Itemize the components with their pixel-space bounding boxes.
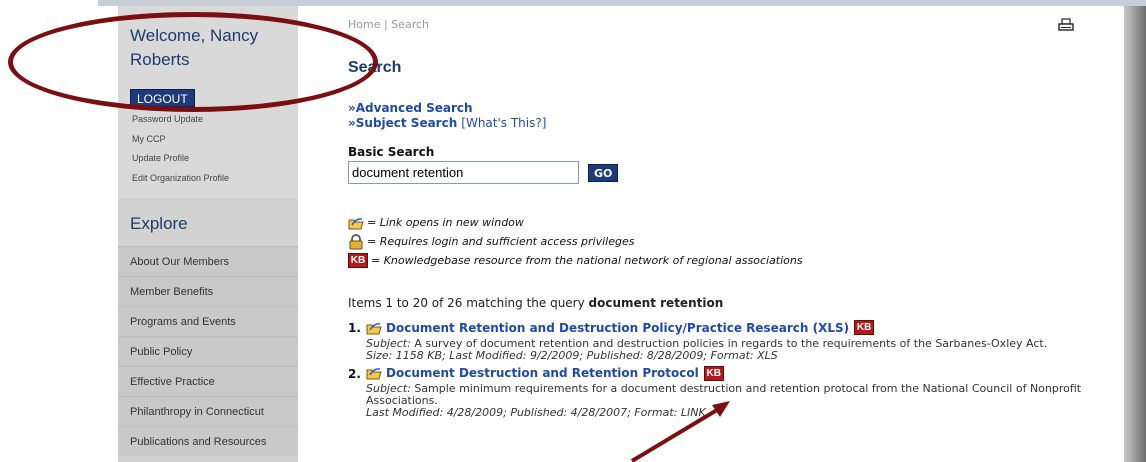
go-button[interactable]: GO (588, 164, 619, 182)
search-type-links: »Advanced Search »Subject Search [What's … (348, 101, 546, 131)
legend-new-window-text: = Link opens in new window (367, 216, 524, 229)
search-input[interactable] (348, 161, 579, 184)
advanced-search-link[interactable]: »Advanced Search (348, 101, 473, 115)
kb-icon: KB (348, 253, 368, 268)
subject-text: A survey of document retention and destr… (414, 336, 1048, 350)
result-title-text: Document Destruction and Retention Proto… (386, 366, 699, 380)
results-summary-prefix: Items 1 to 20 of 26 matching the query (348, 296, 585, 310)
edit-organization-profile-link[interactable]: Edit Organization Profile (132, 169, 229, 189)
result-title-text: Document Retention and Destruction Polic… (386, 320, 850, 335)
result-title-link[interactable]: Document Destruction and Retention Proto… (366, 365, 727, 381)
legend-login-text: = Requires login and sufficient access p… (367, 235, 635, 248)
nav-member-benefits[interactable]: Member Benefits (118, 276, 298, 306)
icon-legend: = Link opens in new window = Requires lo… (348, 213, 803, 270)
breadcrumb-home[interactable]: Home (348, 18, 380, 31)
new-window-icon (366, 322, 382, 334)
kb-icon: KB (854, 320, 875, 335)
annotation-oval (8, 12, 378, 112)
annotation-arrow-icon (630, 401, 730, 462)
subject-search-link[interactable]: »Subject Search (348, 116, 457, 130)
result-details: Size: 1158 KB; Last Modified: 9/2/2009; … (366, 348, 778, 362)
new-window-icon (348, 217, 364, 229)
nav-effective-practice[interactable]: Effective Practice (118, 366, 298, 396)
list-item: 1. Document Retention and Destruction Po… (348, 320, 1088, 362)
password-update-link[interactable]: Password Update (132, 110, 229, 130)
legend-kb-text: = Knowledgebase resource from the nation… (371, 254, 803, 267)
explore-nav: About Our Members Member Benefits Progra… (118, 246, 298, 456)
result-number: 1. (348, 321, 361, 335)
result-number: 2. (348, 366, 361, 381)
main-content: Home | Search Search »Advanced Search »S… (348, 6, 1108, 462)
nav-philanthropy-in-connecticut[interactable]: Philanthropy in Connecticut (118, 396, 298, 426)
lock-icon (349, 233, 363, 249)
nav-programs-and-events[interactable]: Programs and Events (118, 306, 298, 336)
breadcrumb-separator: | (383, 18, 388, 31)
new-window-icon (366, 368, 382, 380)
my-ccp-link[interactable]: My CCP (132, 130, 229, 150)
kb-icon: KB (703, 365, 724, 381)
breadcrumb-current: Search (391, 18, 429, 31)
explore-panel: Explore About Our Members Member Benefit… (118, 201, 298, 462)
window-edge-shadow (1124, 6, 1146, 462)
explore-heading: Explore (130, 214, 188, 233)
nav-publications-and-resources[interactable]: Publications and Resources (118, 426, 298, 456)
breadcrumb: Home | Search (348, 18, 429, 31)
print-icon[interactable] (1058, 18, 1074, 32)
result-title-link[interactable]: Document Retention and Destruction Polic… (366, 320, 877, 335)
subject-label: Subject: (366, 336, 411, 350)
whats-this-link[interactable]: [What's This?] (461, 116, 546, 130)
results-summary-query: document retention (588, 296, 724, 310)
account-links: Password Update My CCP Update Profile Ed… (132, 110, 229, 188)
nav-public-policy[interactable]: Public Policy (118, 336, 298, 366)
update-profile-link[interactable]: Update Profile (132, 149, 229, 169)
nav-about-our-members[interactable]: About Our Members (118, 246, 298, 276)
results-summary: Items 1 to 20 of 26 matching the query d… (348, 296, 723, 310)
result-subject: Subject: A survey of document retention … (366, 336, 1088, 350)
basic-search-label: Basic Search (348, 145, 435, 159)
